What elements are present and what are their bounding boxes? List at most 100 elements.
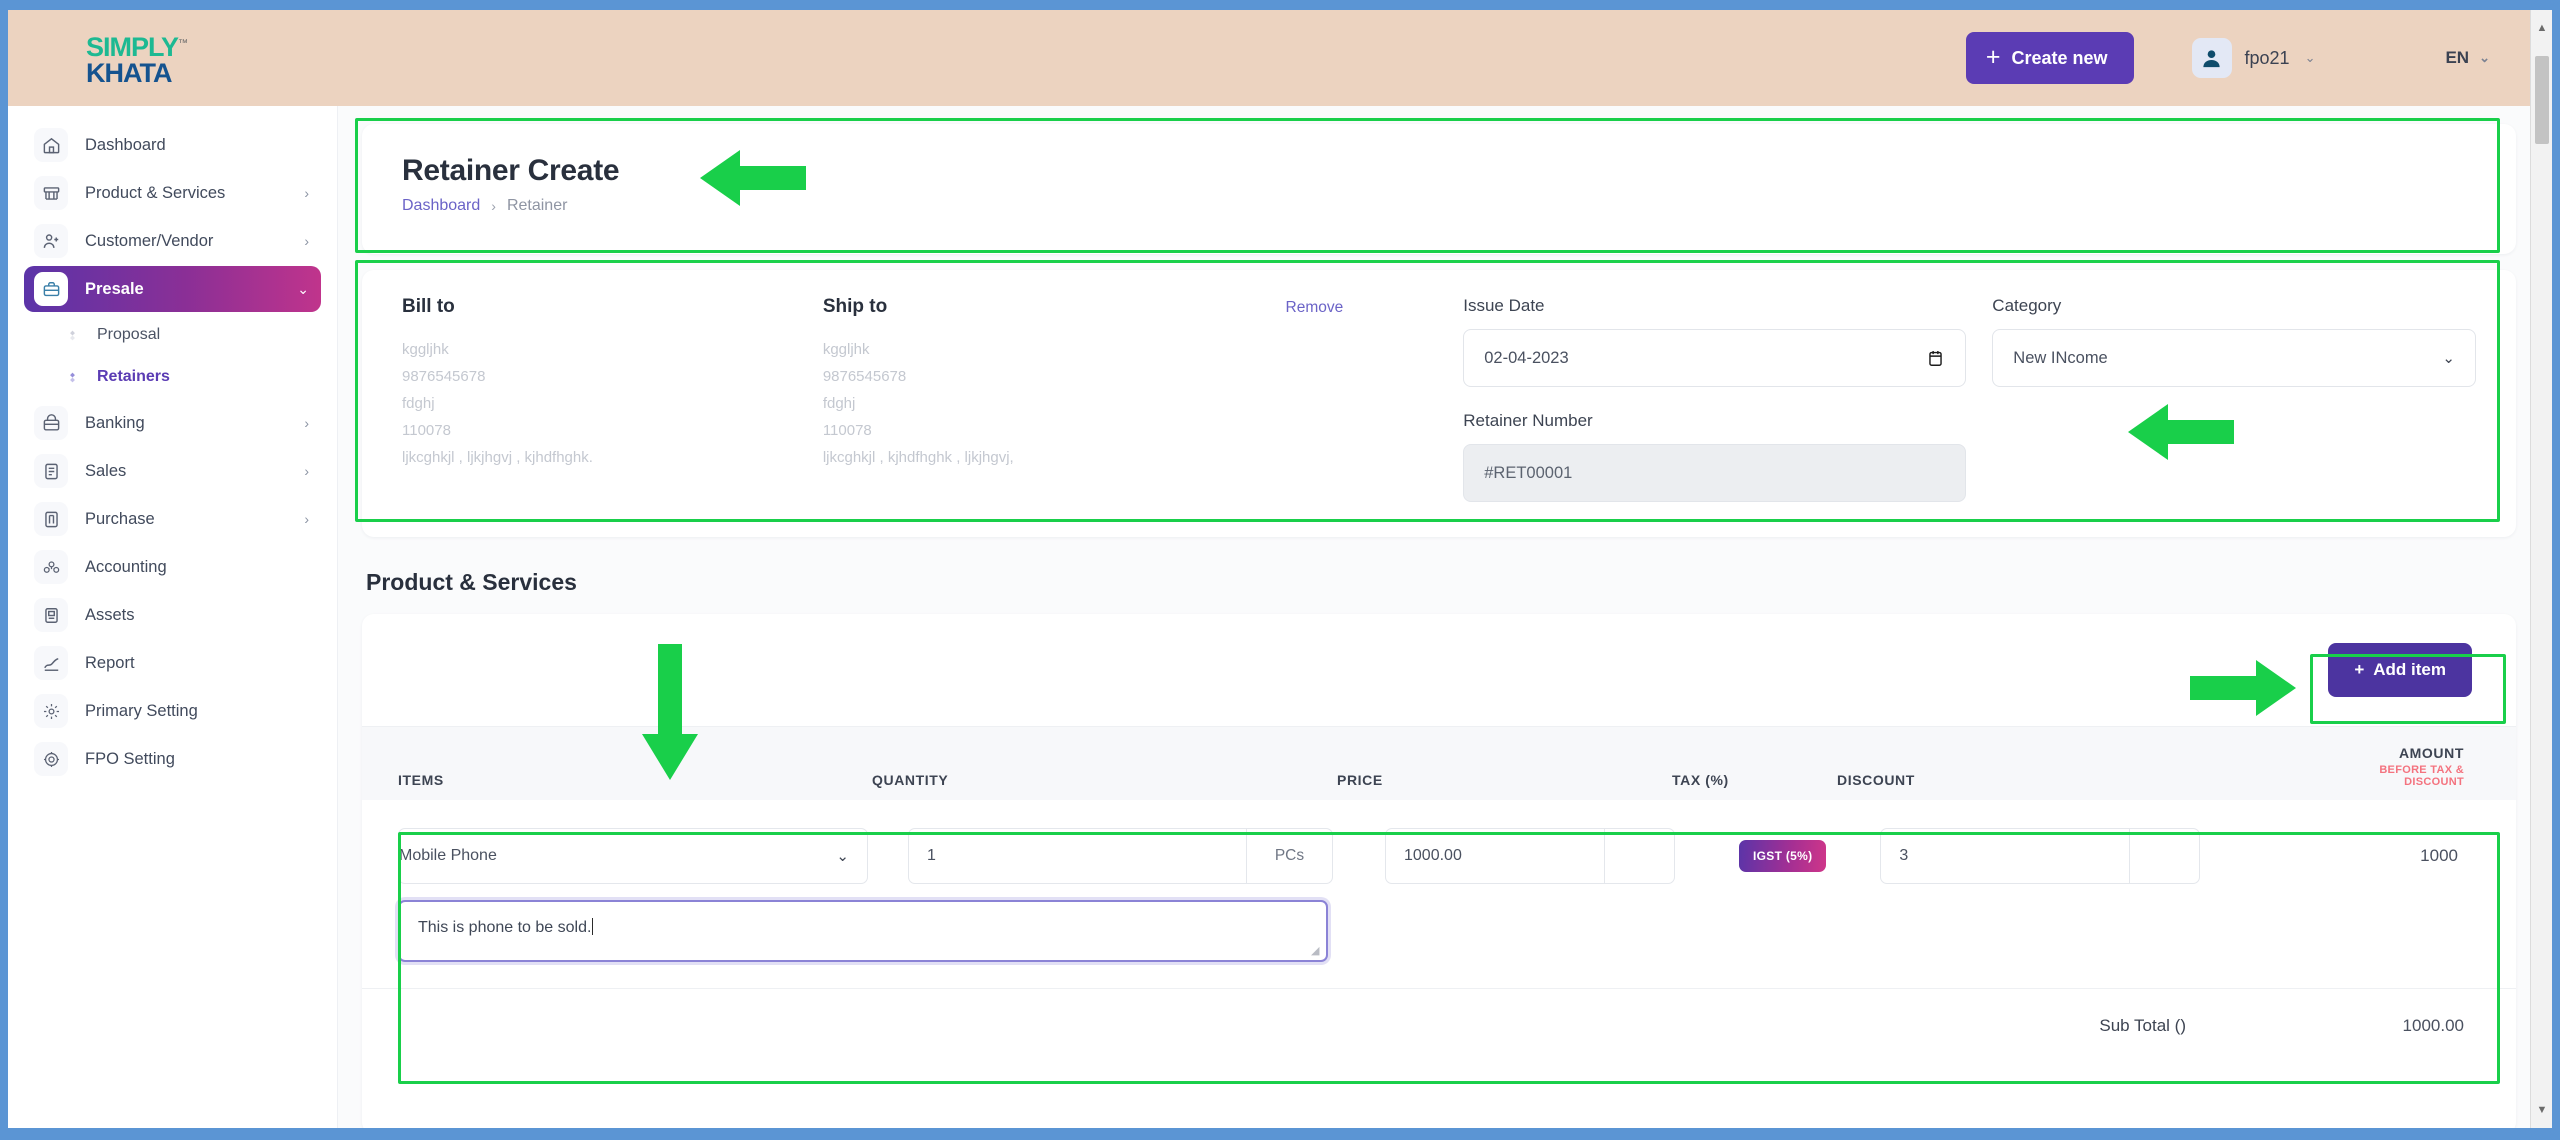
table-row: Mobile Phone ⌄ 1 PCs 1000.00 IGST (5%) 3… bbox=[362, 800, 2516, 896]
logo-text-simply: SIMPLY bbox=[86, 31, 179, 62]
logo-text-khata: KHATA bbox=[86, 57, 172, 88]
sidebar-item-product-services[interactable]: Product & Services › bbox=[24, 170, 321, 216]
products-section-title: Product & Services bbox=[366, 569, 577, 595]
issue-date-input[interactable]: 02-04-2023 bbox=[1463, 329, 1967, 387]
row-amount-value: 1000 bbox=[2420, 846, 2458, 865]
plus-icon: + bbox=[1985, 42, 2001, 71]
page-scrollbar[interactable]: ▲ ▼ bbox=[2530, 10, 2552, 1128]
sidebar-item-label: Accounting bbox=[85, 557, 167, 576]
calendar-icon[interactable] bbox=[1926, 349, 1945, 368]
item-name-select[interactable]: Mobile Phone ⌄ bbox=[398, 828, 868, 884]
scroll-up-icon[interactable]: ▲ bbox=[2531, 16, 2552, 40]
column-header-amount-group: AMOUNT BEFORE TAX & DISCOUNT bbox=[2327, 745, 2516, 788]
create-new-button[interactable]: + Create new bbox=[1965, 32, 2134, 84]
bill-to-line: fdghj bbox=[402, 395, 435, 412]
remove-ship-to-link[interactable]: Remove bbox=[1286, 299, 1344, 317]
sidebar-item-dashboard[interactable]: Dashboard bbox=[24, 122, 321, 168]
chevron-down-icon: ⌄ bbox=[297, 280, 309, 297]
create-new-label: Create new bbox=[2011, 47, 2108, 68]
bill-to-block: Bill to kggljhk 9876545678 fdghj 110078 … bbox=[402, 296, 823, 537]
chevron-right-icon: › bbox=[491, 198, 496, 214]
price-input[interactable]: 1000.00 bbox=[1385, 828, 1675, 884]
column-header-tax: TAX (%) bbox=[1672, 772, 1729, 788]
quantity-value: 1 bbox=[927, 847, 936, 864]
sidebar-item-label: Assets bbox=[85, 605, 135, 624]
sidebar-item-label: Product & Services bbox=[85, 183, 226, 202]
sidebar-item-presale[interactable]: Presale ⌄ bbox=[24, 266, 321, 312]
app-viewport: SIMPLY™ KHATA + Create new fpo21 ⌄ EN ⌄ … bbox=[8, 10, 2552, 1128]
sidebar-item-sales[interactable]: Sales › bbox=[24, 448, 321, 494]
item-description-row: This is phone to be sold. ◢ bbox=[362, 896, 2516, 962]
price-suffix bbox=[1604, 829, 1674, 883]
bill-to-heading: Bill to bbox=[402, 296, 455, 317]
breadcrumb: Dashboard › Retainer bbox=[402, 197, 2476, 215]
purchase-icon bbox=[34, 502, 68, 536]
item-name-value: Mobile Phone bbox=[399, 847, 497, 864]
settings-icon bbox=[34, 694, 68, 728]
discount-value: 3 bbox=[1899, 847, 1909, 864]
sidebar-item-label: Sales bbox=[85, 461, 127, 480]
discount-input[interactable]: 3 bbox=[1880, 828, 2201, 884]
briefcase-icon bbox=[34, 272, 68, 306]
sidebar-item-assets[interactable]: Assets bbox=[24, 592, 321, 638]
sidebar-item-label: Purchase bbox=[85, 509, 155, 528]
bill-to-line: 9876545678 bbox=[402, 368, 486, 385]
language-selector[interactable]: EN ⌄ bbox=[2445, 48, 2490, 68]
column-header-price: PRICE bbox=[1337, 772, 1383, 788]
page-title: Retainer Create bbox=[402, 154, 620, 187]
items-table-header: ITEMS QUANTITY PRICE TAX (%) DISCOUNT AM… bbox=[362, 726, 2516, 800]
add-item-label: Add item bbox=[2373, 660, 2446, 679]
breadcrumb-dashboard-link[interactable]: Dashboard bbox=[402, 197, 480, 215]
app-body: Dashboard Product & Services › Customer/… bbox=[8, 106, 2552, 1128]
sidebar-item-accounting[interactable]: Accounting bbox=[24, 544, 321, 590]
app-logo[interactable]: SIMPLY™ KHATA bbox=[8, 31, 338, 86]
sidebar-item-report[interactable]: Report bbox=[24, 640, 321, 686]
sidebar-item-primary-setting[interactable]: Primary Setting bbox=[24, 688, 321, 734]
scrollbar-thumb[interactable] bbox=[2535, 56, 2549, 144]
chevron-down-icon: ⌄ bbox=[2442, 350, 2455, 367]
category-block: Category New INcome ⌄ bbox=[1992, 296, 2476, 537]
column-header-discount: DISCOUNT bbox=[1837, 772, 1915, 788]
products-services-card: + Add item ITEMS QUANTITY PRICE TAX (%) … bbox=[362, 614, 2516, 1128]
discount-suffix bbox=[2129, 829, 2199, 883]
diamond-bullet-icon bbox=[66, 329, 79, 342]
scroll-down-icon[interactable]: ▼ bbox=[2531, 1098, 2552, 1122]
sidebar-subitem-proposal[interactable]: Proposal bbox=[24, 314, 321, 356]
retainer-number-input: #RET00001 bbox=[1463, 444, 1967, 502]
items-toolbar: + Add item bbox=[362, 614, 2516, 726]
sidebar-nav: Dashboard Product & Services › Customer/… bbox=[8, 106, 338, 1128]
ship-to-line: 110078 bbox=[822, 422, 872, 439]
retainer-info-card: Bill to kggljhk 9876545678 fdghj 110078 … bbox=[362, 270, 2516, 537]
quantity-input[interactable]: 1 PCs bbox=[908, 828, 1333, 884]
text-cursor bbox=[592, 918, 594, 935]
avatar bbox=[2191, 38, 2232, 78]
issue-date-block: Issue Date 02-04-2023 Retainer Number #R… bbox=[1463, 296, 1967, 537]
sidebar-item-label: Customer/Vendor bbox=[85, 231, 214, 250]
resize-handle-icon[interactable]: ◢ bbox=[1311, 946, 1322, 957]
category-value: New INcome bbox=[2013, 348, 2108, 367]
item-description-textarea[interactable]: This is phone to be sold. ◢ bbox=[398, 900, 1328, 962]
sidebar-subitem-retainers[interactable]: Retainers bbox=[24, 356, 321, 398]
chevron-down-icon: ⌄ bbox=[2479, 50, 2490, 65]
quantity-unit-label: PCs bbox=[1246, 829, 1332, 883]
user-menu[interactable]: fpo21 ⌄ bbox=[2191, 38, 2315, 78]
sidebar-item-banking[interactable]: Banking › bbox=[24, 400, 321, 446]
ship-to-line: kggljhk bbox=[822, 341, 870, 358]
sidebar-subitem-label: Proposal bbox=[97, 326, 161, 343]
sidebar-item-fpo-setting[interactable]: FPO Setting bbox=[24, 736, 321, 782]
tax-badge[interactable]: IGST (5%) bbox=[1739, 840, 1827, 872]
gear-icon bbox=[34, 742, 68, 776]
cart-icon bbox=[34, 176, 68, 210]
sidebar-item-customer-vendor[interactable]: Customer/Vendor › bbox=[24, 218, 321, 264]
column-header-amount-subtitle: BEFORE TAX & DISCOUNT bbox=[2379, 764, 2464, 788]
main-content: Retainer Create Dashboard › Retainer Bil… bbox=[338, 106, 2552, 1128]
sidebar-item-purchase[interactable]: Purchase › bbox=[24, 496, 321, 542]
ship-to-block: Ship to Remove kggljhk 9876545678 fdghj … bbox=[823, 296, 1403, 537]
doc-icon bbox=[34, 454, 68, 488]
item-description-value: This is phone to be sold. bbox=[418, 919, 592, 936]
add-item-button[interactable]: + Add item bbox=[2328, 643, 2472, 697]
category-select[interactable]: New INcome ⌄ bbox=[1992, 329, 2476, 387]
chevron-right-icon: › bbox=[304, 185, 309, 201]
sidebar-subitem-label: Retainers bbox=[97, 368, 170, 385]
user-name-label: fpo21 bbox=[2244, 47, 2290, 68]
